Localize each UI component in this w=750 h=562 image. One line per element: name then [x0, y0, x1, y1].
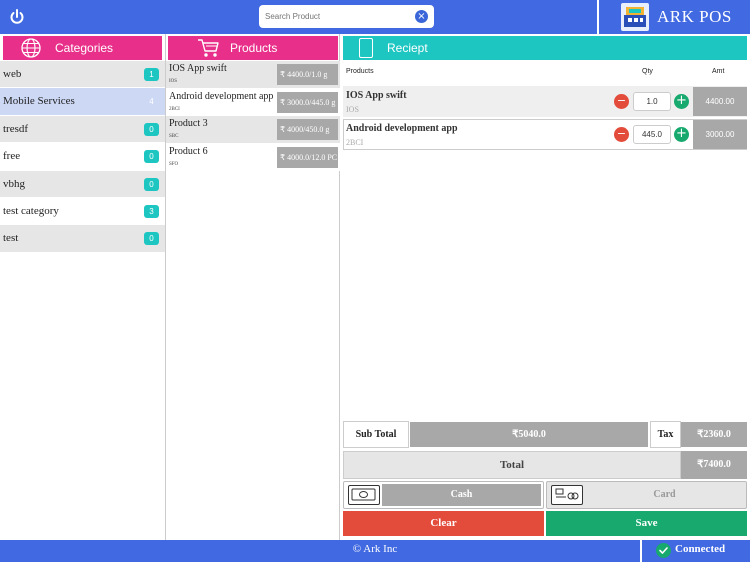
product-code: 2BCI: [169, 106, 180, 112]
products-header: Products: [168, 36, 338, 60]
product-code: SFO: [169, 161, 179, 167]
qty-input[interactable]: [633, 92, 671, 111]
count-badge: 0: [144, 177, 159, 191]
receipt-line: Android development app 2BCI − + 3000.00: [343, 119, 747, 150]
column-header-qty: Qty: [642, 68, 653, 75]
clear-search-icon[interactable]: ×: [415, 10, 428, 23]
category-item[interactable]: test category 3: [0, 197, 165, 226]
products-panel: Products IOS App swift IOS ₹ 4400.0/1.0 …: [166, 34, 340, 540]
product-item[interactable]: IOS App swift IOS ₹ 4400.0/1.0 g: [166, 61, 340, 89]
line-product-name: IOS App swift: [346, 90, 407, 101]
category-item[interactable]: Mobile Services 4: [0, 88, 165, 116]
count-badge: 0: [144, 122, 159, 136]
receipt-icon: [359, 38, 373, 58]
store-logo-icon: [621, 3, 649, 31]
product-code: IOS: [169, 79, 178, 84]
count-badge: 0: [144, 232, 159, 246]
footer-bar: © Ark Inc Connected: [0, 540, 750, 562]
power-icon[interactable]: [8, 8, 26, 26]
cart-icon: [196, 37, 220, 59]
product-item[interactable]: Android development app 2BCI ₹ 3000.0/44…: [166, 88, 340, 116]
tax-value: ₹2360.0: [681, 422, 747, 447]
receipt-panel: Reciept Products Qty Amt IOS App swift I…: [340, 34, 750, 540]
category-item[interactable]: tresdf 0: [0, 115, 165, 144]
product-name: Product 3: [169, 118, 208, 129]
total-label: Total: [343, 451, 681, 479]
payment-row: Cash Card: [343, 481, 747, 509]
count-badge: 0: [144, 150, 159, 164]
categories-title: Categories: [55, 41, 114, 55]
banknote-icon: [348, 485, 380, 505]
check-circle-icon: [656, 543, 671, 558]
globe-icon: [19, 37, 43, 59]
product-item[interactable]: Product 3 SBC ₹ 4000/450.0 g: [166, 116, 340, 144]
clear-button[interactable]: Clear: [343, 511, 544, 536]
decrease-qty-button[interactable]: −: [614, 94, 629, 109]
connection-label: Connected: [675, 543, 726, 555]
category-item[interactable]: vbhg 0: [0, 170, 165, 198]
category-item[interactable]: web 1: [0, 61, 165, 89]
receipt-header: Reciept: [343, 36, 747, 60]
save-button[interactable]: Save: [546, 511, 747, 536]
product-code: SBC: [169, 134, 179, 139]
subtotal-value: ₹5040.0: [410, 422, 648, 447]
product-name: Android development app: [169, 90, 274, 102]
card-label: Card: [585, 484, 744, 506]
receipt-title: Reciept: [387, 41, 428, 55]
increase-qty-button[interactable]: +: [674, 127, 689, 142]
products-title: Products: [230, 41, 278, 55]
subtotal-label: Sub Total: [343, 421, 409, 448]
cash-label: Cash: [382, 484, 541, 506]
totals-section: Sub Total ₹5040.0 Tax ₹2360.0 Total ₹740…: [343, 421, 747, 536]
line-amount: 3000.00: [693, 120, 747, 149]
line-product-code: IOS: [346, 105, 359, 114]
product-price: ₹ 4000/450.0 g: [277, 119, 338, 140]
card-button[interactable]: Card: [546, 481, 747, 509]
line-amount: 4400.00: [693, 87, 747, 116]
categories-panel: Categories web 1 Mobile Services 4 tresdf 0…: [0, 34, 166, 540]
credit-card-icon: [551, 485, 583, 505]
increase-qty-button[interactable]: +: [674, 94, 689, 109]
tax-label: Tax: [650, 421, 681, 448]
total-row: Total ₹7400.0: [343, 451, 747, 479]
copyright-text: © Ark Inc: [352, 543, 398, 555]
product-name: Product 6: [169, 145, 208, 157]
product-item[interactable]: Product 6 SFO ₹ 4000.0/12.0 PC: [166, 143, 340, 171]
column-header-amt: Amt: [712, 68, 725, 75]
total-value: ₹7400.0: [681, 451, 747, 479]
category-item[interactable]: test 0: [0, 225, 165, 253]
line-product-code: 2BCI: [346, 138, 364, 147]
product-price: ₹ 4400.0/1.0 g: [277, 64, 338, 85]
top-bar: × ARK POS: [0, 0, 750, 34]
connection-status: Connected: [640, 540, 750, 562]
cash-button[interactable]: Cash: [343, 481, 544, 509]
decrease-qty-button[interactable]: −: [614, 127, 629, 142]
subtotal-row: Sub Total ₹5040.0 Tax ₹2360.0: [343, 421, 747, 448]
brand-name: ARK POS: [657, 7, 732, 26]
count-badge: 4: [149, 97, 154, 107]
count-badge: 3: [144, 204, 159, 218]
action-row: Clear Save: [343, 511, 747, 536]
column-header-products: Products: [346, 68, 374, 75]
product-price: ₹ 3000.0/445.0 g: [277, 91, 338, 113]
search-input[interactable]: [259, 5, 409, 28]
brand: ARK POS: [597, 0, 750, 34]
line-product-name: Android development app: [346, 123, 458, 134]
categories-header: Categories: [3, 36, 162, 60]
product-price: ₹ 4000.0/12.0 PC: [277, 146, 338, 168]
category-item[interactable]: free 0: [0, 143, 165, 171]
receipt-lines: IOS App swift IOS − + 4400.00 Android de…: [343, 86, 747, 152]
product-name: IOS App swift: [169, 63, 227, 74]
receipt-line: IOS App swift IOS − + 4400.00: [343, 86, 747, 117]
search-box: ×: [259, 5, 434, 28]
qty-input[interactable]: [633, 125, 671, 144]
product-list: IOS App swift IOS ₹ 4400.0/1.0 g Android…: [166, 61, 340, 171]
category-list: web 1 Mobile Services 4 tresdf 0 free 0 vbhg…: [0, 61, 165, 253]
count-badge: 1: [144, 68, 159, 81]
